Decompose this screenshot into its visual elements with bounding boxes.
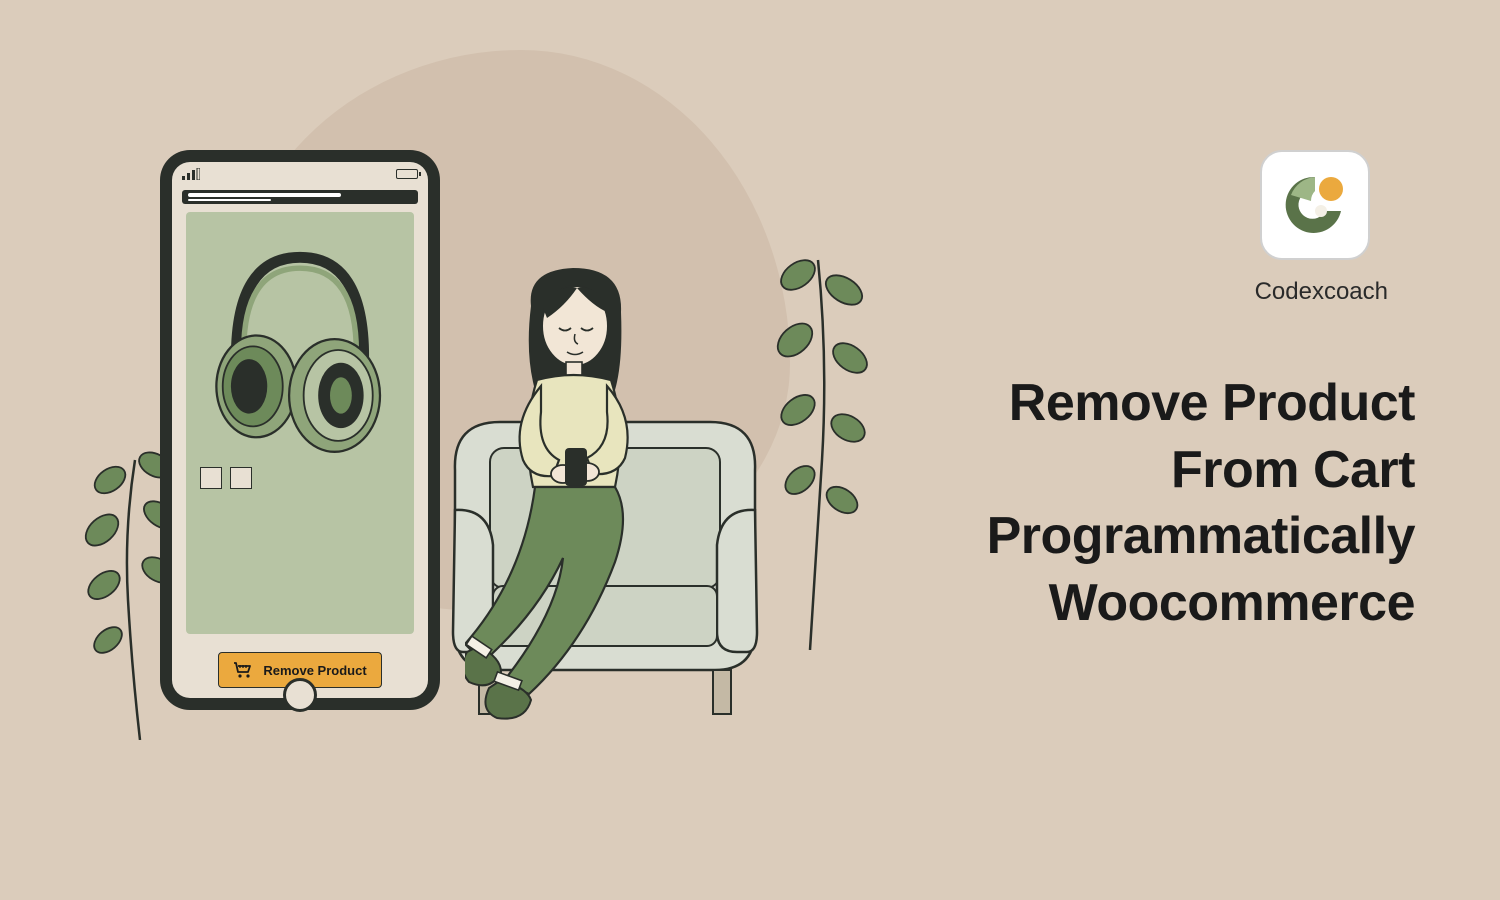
cart-icon [233,662,253,678]
brand-logo-box [1260,150,1370,260]
phone-mockup: Remove Product [160,150,440,710]
title-line: Woocommerce [987,570,1415,637]
title-line: Programmatically [987,503,1415,570]
title-line: From Cart [987,437,1415,504]
woman-illustration [465,262,705,732]
thumbnail[interactable] [200,467,222,489]
title-line: Remove Product [987,370,1415,437]
brand-name: Codexcoach [1255,278,1388,306]
battery-icon [396,169,418,179]
brand-logo-icon [1281,171,1349,239]
page-title: Remove Product From Cart Programmaticall… [987,370,1415,636]
home-button[interactable] [283,678,317,712]
remove-button-label: Remove Product [263,663,366,678]
phone-screen: Remove Product [172,162,428,698]
status-bar [172,162,428,186]
headphones-illustration [200,230,400,457]
thumbnail[interactable] [230,467,252,489]
address-bar [182,190,418,204]
thumbnail-row [200,467,252,489]
signal-icon [182,168,200,180]
product-card [186,212,414,634]
